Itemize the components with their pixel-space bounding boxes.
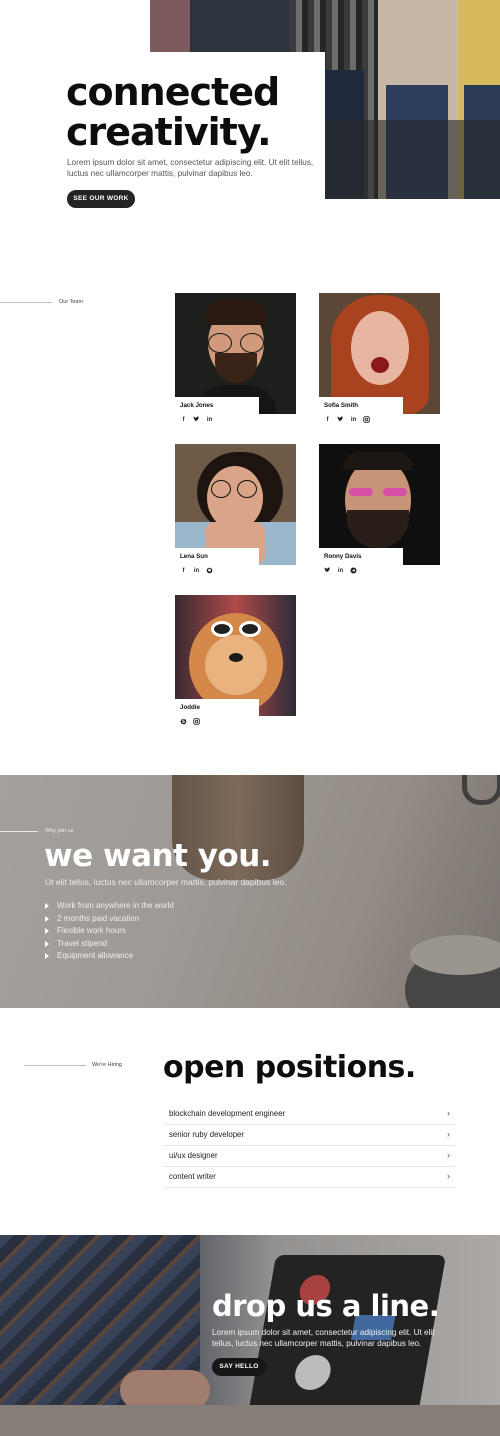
hero-title: connected creativity. [66,72,316,152]
facebook-icon[interactable]: f [179,416,188,425]
facebook-icon[interactable]: f [323,416,332,425]
linkedin-icon[interactable]: in [192,567,201,576]
chevron-right-icon: › [447,1108,450,1118]
facebook-icon[interactable]: f [179,567,188,576]
member-photo [175,595,296,716]
linkedin-icon[interactable]: in [205,416,214,425]
member-name: Lena Sun [180,553,208,560]
job-listing[interactable]: blockchain development engineer › [164,1104,455,1125]
svg-text:S: S [182,719,185,724]
perk-item: 2 months paid vacation [45,913,174,926]
hiring-divider [24,1065,86,1066]
instagram-icon[interactable] [192,718,201,727]
instagram-icon[interactable] [362,416,371,425]
chevron-right-icon: › [447,1171,450,1181]
say-hello-button[interactable]: SAY HELLO [212,1358,266,1376]
twitter-icon[interactable] [336,416,345,425]
member-name: Ronny Davis [324,553,362,560]
hiring-section-label: We're Hiring [92,1062,122,1068]
job-listing[interactable]: senior ruby developer › [164,1125,455,1146]
team-section-label: Our Team [59,299,84,305]
why-divider [0,831,38,832]
perk-item: Work from anywhere in the world [45,900,174,913]
github-icon[interactable] [205,567,214,576]
telegram-icon[interactable] [349,567,358,576]
job-title: content writer [169,1172,216,1181]
team-member-card: Ronny Davis in [319,444,440,584]
member-photo [319,293,440,414]
why-description: Ut elit tellus, luctus nec ullamcorper m… [45,877,287,887]
linkedin-icon[interactable]: in [349,416,358,425]
perk-item: Travel stipend [45,938,174,951]
skype-icon[interactable]: S [179,718,188,727]
linkedin-icon[interactable]: in [336,567,345,576]
member-name: Jack Jones [180,402,214,409]
team-member-card: Jack Jones f in [175,293,296,433]
hero-title-line2: creativity. [66,110,272,154]
twitter-icon[interactable] [192,416,201,425]
contact-description: Lorem ipsum dolor sit amet, consectetur … [212,1328,435,1348]
positions-title: open positions. [163,1050,416,1085]
team-member-card: Sofia Smith f in [319,293,440,433]
member-socials: f in [323,416,371,425]
team-member-card: Joddie S [175,595,296,735]
why-section-label: Why join us [45,828,74,834]
member-photo [319,444,440,565]
see-our-work-button[interactable]: SEE OUR WORK [67,190,135,208]
chevron-right-icon: › [447,1150,450,1160]
chevron-right-icon: › [447,1129,450,1139]
team-member-card: Lena Sun f in [175,444,296,584]
job-title: blockchain development engineer [169,1109,286,1118]
member-socials: in [323,567,358,576]
why-join-section [0,775,500,1008]
perk-item: Equipment allowance [45,950,174,963]
hero-section: connected creativity. Lorem ipsum dolor … [0,0,500,232]
team-divider [0,302,52,303]
hero-description: Lorem ipsum dolor sit amet, consectetur … [67,158,314,178]
member-name: Joddie [180,704,200,711]
job-title: ui/ux designer [169,1151,218,1160]
contact-title: drop us a line. [212,1289,440,1323]
member-name: Sofia Smith [324,402,359,409]
job-listing[interactable]: content writer › [164,1167,455,1188]
perks-list: Work from anywhere in the world 2 months… [45,900,174,963]
member-photo [175,444,296,565]
member-socials: f in [179,567,214,576]
perk-item: Flexible work hours [45,925,174,938]
job-listing[interactable]: ui/ux designer › [164,1146,455,1167]
member-socials: f in [179,416,214,425]
hero-title-line1: connected [66,70,280,114]
member-photo [175,293,296,414]
job-title: senior ruby developer [169,1130,244,1139]
member-socials: S [179,718,201,727]
twitter-icon[interactable] [323,567,332,576]
why-title: we want you. [44,838,272,874]
